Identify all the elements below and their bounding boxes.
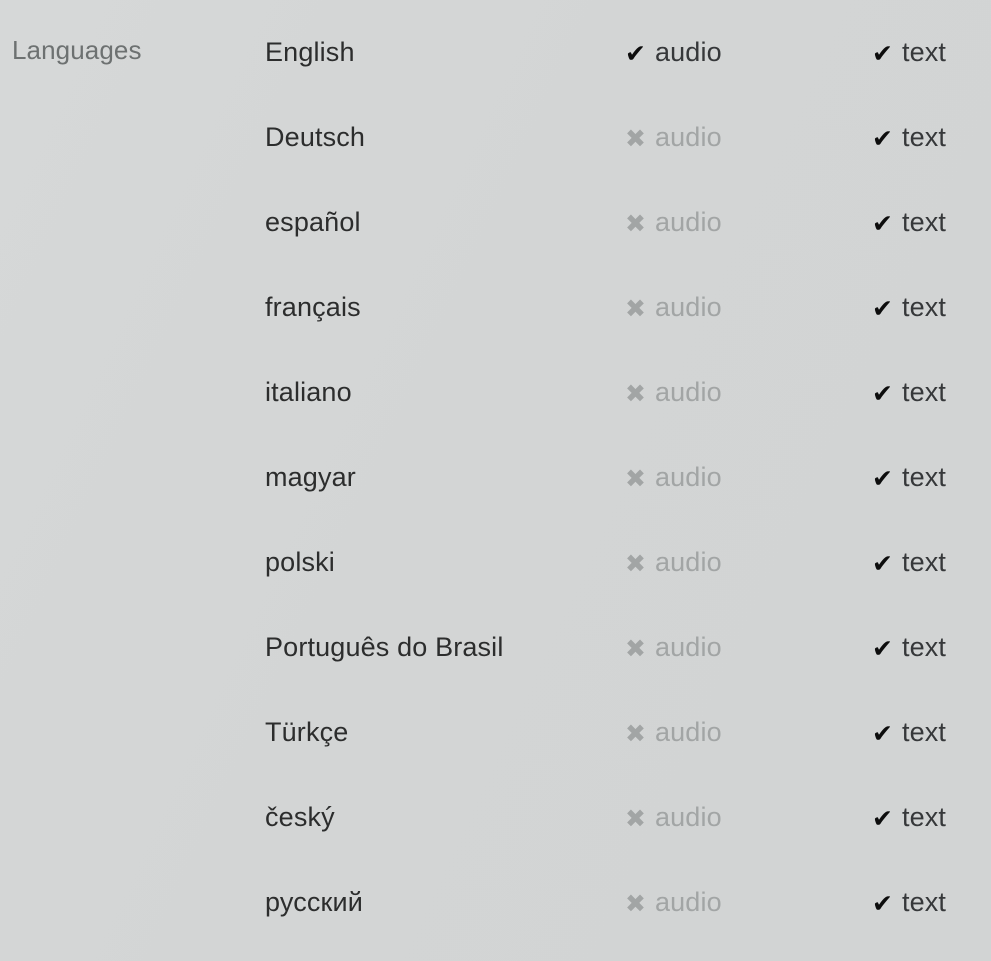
audio-support-cell: ✖ audio — [625, 107, 722, 167]
cross-icon: ✖ — [625, 378, 646, 408]
text-support-cell: ✔ text — [872, 107, 946, 167]
table-row: français ✖ audio ✔ text — [0, 277, 991, 337]
audio-label: audio — [654, 121, 722, 152]
audio-support-cell: ✔ audio — [625, 22, 722, 82]
cross-icon: ✖ — [625, 463, 646, 493]
text-label: text — [901, 801, 947, 832]
audio-label: audio — [654, 716, 722, 747]
check-icon: ✔ — [872, 548, 893, 578]
text-label: text — [901, 546, 947, 577]
text-support-cell: ✔ text — [872, 277, 946, 337]
table-row: Deutsch ✖ audio ✔ text — [0, 107, 991, 167]
audio-label: audio — [654, 886, 722, 917]
audio-label: audio — [654, 376, 722, 407]
language-name: Português do Brasil — [265, 631, 504, 662]
language-name: Deutsch — [265, 121, 366, 152]
audio-support-cell: ✖ audio — [625, 617, 722, 677]
check-icon: ✔ — [872, 633, 893, 663]
audio-label: audio — [654, 546, 722, 577]
text-label: text — [901, 121, 947, 152]
language-name: polski — [265, 546, 335, 577]
audio-support-cell: ✖ audio — [625, 872, 722, 932]
text-support-cell: ✔ text — [872, 702, 946, 762]
language-name: русский — [265, 886, 363, 917]
table-row: Português do Brasil ✖ audio ✔ text — [0, 617, 991, 677]
check-icon: ✔ — [872, 378, 893, 408]
language-name: English — [265, 36, 355, 67]
table-row: русский ✖ audio ✔ text — [0, 872, 991, 932]
check-icon: ✔ — [872, 803, 893, 833]
text-label: text — [901, 716, 947, 747]
language-name: magyar — [265, 461, 356, 492]
audio-label: audio — [654, 291, 722, 322]
cross-icon: ✖ — [625, 208, 646, 238]
text-support-cell: ✔ text — [872, 872, 946, 932]
audio-support-cell: ✖ audio — [625, 787, 722, 847]
cross-icon: ✖ — [625, 718, 646, 748]
audio-support-cell: ✖ audio — [625, 192, 722, 252]
cross-icon: ✖ — [625, 548, 646, 578]
check-icon: ✔ — [872, 293, 893, 323]
audio-label: audio — [654, 206, 722, 237]
audio-label: audio — [654, 36, 722, 67]
check-icon: ✔ — [872, 38, 893, 68]
cross-icon: ✖ — [625, 123, 646, 153]
audio-label: audio — [654, 631, 722, 662]
text-support-cell: ✔ text — [872, 447, 946, 507]
text-support-cell: ✔ text — [872, 787, 946, 847]
audio-support-cell: ✖ audio — [625, 532, 722, 592]
audio-support-cell: ✖ audio — [625, 277, 722, 337]
audio-label: audio — [654, 461, 722, 492]
text-support-cell: ✔ text — [872, 22, 946, 82]
audio-support-cell: ✖ audio — [625, 702, 722, 762]
text-label: text — [901, 206, 947, 237]
text-support-cell: ✔ text — [872, 532, 946, 592]
language-name: italiano — [265, 376, 352, 407]
audio-support-cell: ✖ audio — [625, 447, 722, 507]
text-label: text — [901, 886, 947, 917]
language-support-panel: Languages English ✔ audio ✔ text Deutsch ✖ audi… — [0, 0, 991, 961]
audio-support-cell: ✖ audio — [625, 362, 722, 422]
text-label: text — [901, 291, 947, 322]
table-row: polski ✖ audio ✔ text — [0, 532, 991, 592]
check-icon: ✔ — [872, 208, 893, 238]
text-label: text — [901, 376, 947, 407]
text-label: text — [901, 631, 947, 662]
audio-label: audio — [654, 801, 722, 832]
text-label: text — [901, 461, 947, 492]
cross-icon: ✖ — [625, 633, 646, 663]
table-row: Türkçe ✖ audio ✔ text — [0, 702, 991, 762]
check-icon: ✔ — [872, 718, 893, 748]
text-support-cell: ✔ text — [872, 192, 946, 252]
table-row: italiano ✖ audio ✔ text — [0, 362, 991, 422]
check-icon: ✔ — [872, 463, 893, 493]
cross-icon: ✖ — [625, 293, 646, 323]
check-icon: ✔ — [872, 888, 893, 918]
text-support-cell: ✔ text — [872, 362, 946, 422]
language-name: français — [265, 291, 361, 322]
language-name: Türkçe — [265, 716, 349, 747]
text-label: text — [901, 36, 947, 67]
check-icon: ✔ — [625, 38, 646, 68]
language-name: español — [265, 206, 361, 237]
table-row: český ✖ audio ✔ text — [0, 787, 991, 847]
cross-icon: ✖ — [625, 803, 646, 833]
language-name: český — [265, 801, 335, 832]
cross-icon: ✖ — [625, 888, 646, 918]
check-icon: ✔ — [872, 123, 893, 153]
table-row: English ✔ audio ✔ text — [0, 22, 991, 82]
table-row: magyar ✖ audio ✔ text — [0, 447, 991, 507]
table-row: español ✖ audio ✔ text — [0, 192, 991, 252]
text-support-cell: ✔ text — [872, 617, 946, 677]
